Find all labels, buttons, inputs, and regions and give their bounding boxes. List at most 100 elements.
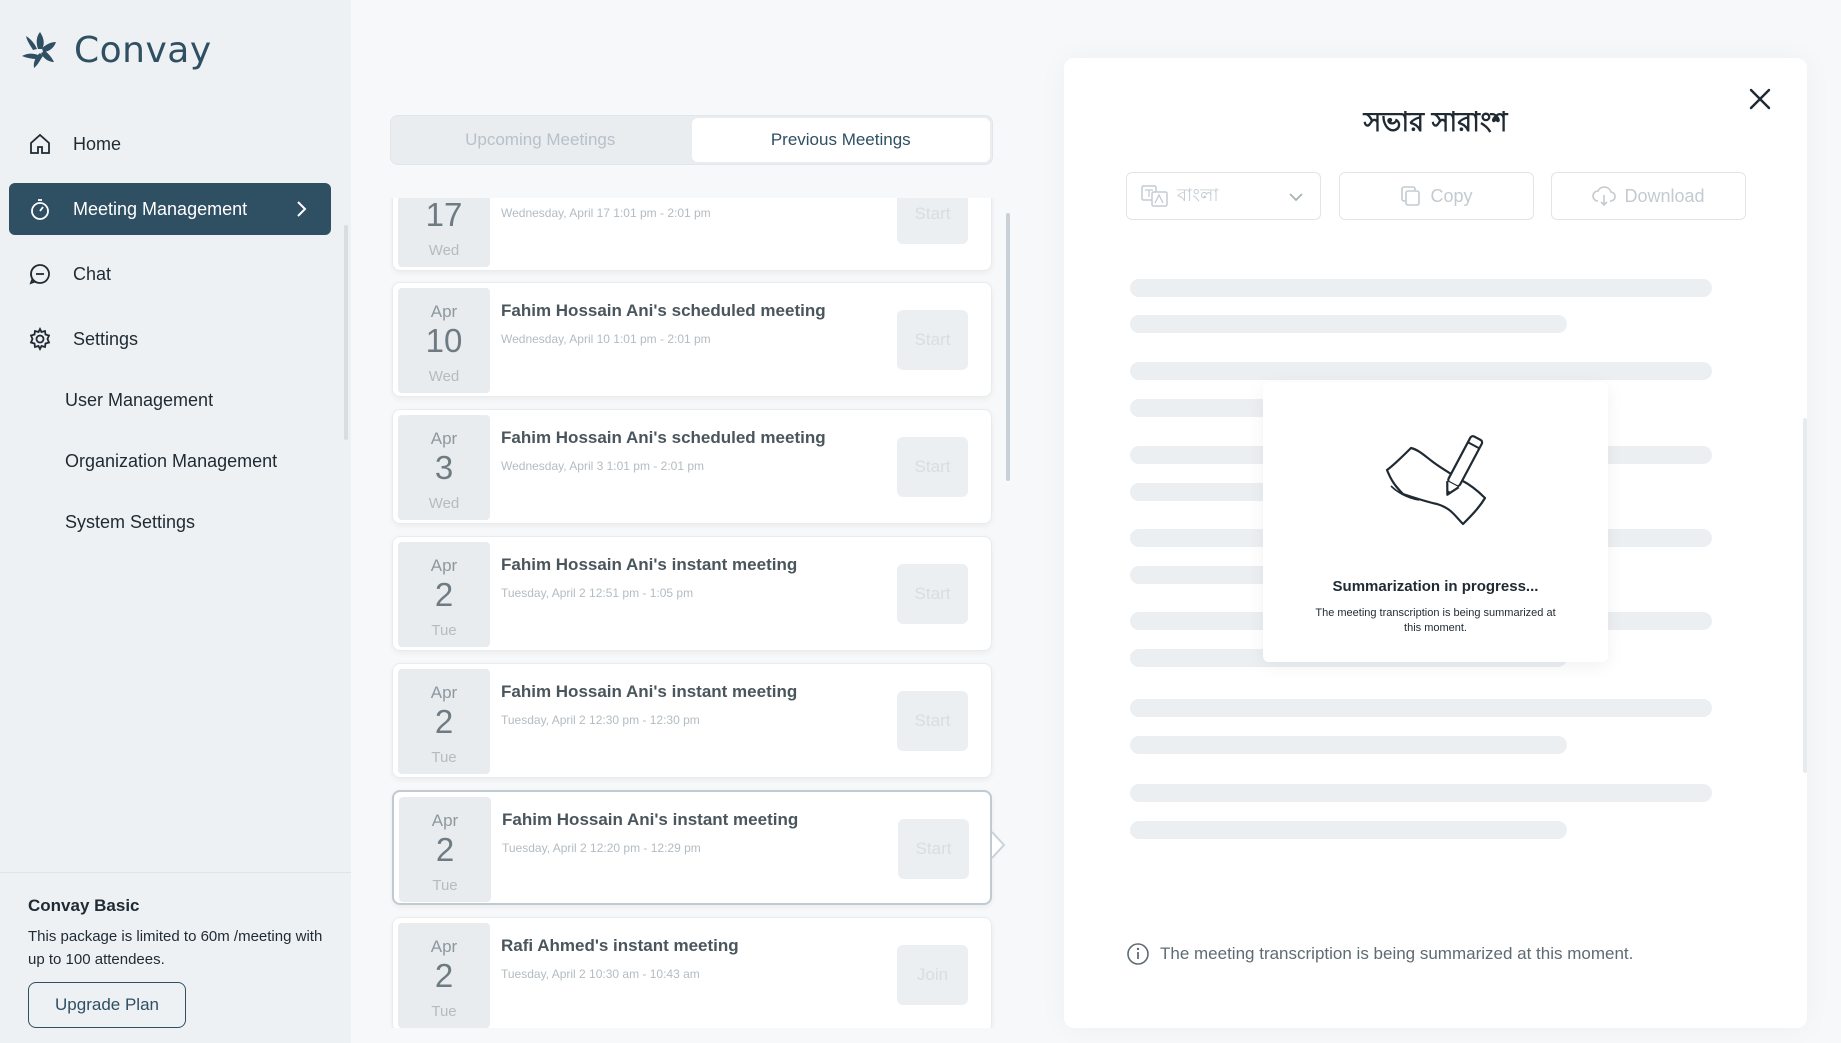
meeting-card[interactable]: Apr 2 Tue Fahim Hossain Ani's instant me… [392, 663, 992, 778]
date-month: Apr [430, 937, 458, 956]
date-box: Apr 2 Tue [398, 669, 490, 774]
date-day: 2 [434, 957, 454, 994]
start-button[interactable]: Start [897, 564, 968, 624]
panel-title: সভার সারাংশ [1363, 107, 1508, 137]
sub-item-system-settings[interactable]: System Settings [65, 512, 195, 533]
skeleton-line [1130, 362, 1712, 380]
skeleton-line [1130, 315, 1567, 333]
meeting-list: 17 Wed Wednesday, April 17 1:01 pm - 2:0… [390, 198, 1008, 1028]
start-button[interactable]: Start [897, 691, 968, 751]
meeting-card[interactable]: 17 Wed Wednesday, April 17 1:01 pm - 2:0… [392, 198, 992, 271]
start-button[interactable]: Start [897, 310, 968, 370]
start-button[interactable]: Start [897, 437, 968, 497]
meeting-card[interactable]: Apr 3 Wed Fahim Hossain Ani's scheduled … [392, 409, 992, 524]
date-day: 10 [425, 322, 463, 359]
meeting-card[interactable]: Apr 10 Wed Fahim Hossain Ani's scheduled… [392, 282, 992, 397]
nav-home-label: Home [73, 133, 122, 154]
meeting-title: Fahim Hossain Ani's instant meeting [502, 810, 799, 829]
meeting-time: Tuesday, April 2 12:51 pm - 1:05 pm [501, 586, 694, 600]
summary-panel: সভার সারাংশ বাংলা Copy Download Summariz… [1064, 58, 1807, 1028]
date-weekday: Tue [431, 1003, 457, 1020]
download-button[interactable]: Download [1551, 172, 1746, 220]
sidebar: Convay Home Meeting Management Chat Sett… [0, 0, 351, 1043]
date-box: Apr 3 Wed [398, 415, 490, 520]
translate-icon [1141, 185, 1168, 207]
chat-icon [27, 261, 53, 287]
meeting-title: Fahim Hossain Ani's instant meeting [501, 555, 798, 574]
sub-item-organization-management[interactable]: Organization Management [65, 451, 277, 472]
stopwatch-icon [27, 196, 53, 222]
date-weekday: Tue [431, 622, 457, 639]
nav-meeting-management-label: Meeting Management [73, 198, 248, 219]
date-box: 17 Wed [398, 198, 490, 267]
nav-home[interactable]: Home [9, 118, 331, 170]
meeting-list-scrollbar[interactable] [1006, 213, 1010, 481]
date-day: 2 [434, 576, 454, 613]
meeting-time: Wednesday, April 10 1:01 pm - 2:01 pm [501, 332, 711, 346]
meeting-card[interactable]: Apr 2 Tue Fahim Hossain Ani's instant me… [392, 536, 992, 651]
meeting-card-selected[interactable]: Apr 2 Tue Fahim Hossain Ani's instant me… [392, 790, 992, 905]
language-value: বাংলা [1177, 184, 1219, 205]
meeting-time: Tuesday, April 2 10:30 am - 10:43 am [501, 967, 700, 981]
tab-previous-meetings[interactable]: Previous Meetings [691, 118, 990, 162]
sub-item-user-management[interactable]: User Management [65, 390, 213, 411]
date-month: Apr [430, 683, 458, 702]
meeting-time: Tuesday, April 2 12:20 pm - 12:29 pm [502, 841, 701, 855]
meeting-title: Fahim Hossain Ani's scheduled meeting [501, 301, 826, 320]
date-day: 17 [425, 198, 463, 233]
date-box: Apr 2 Tue [398, 542, 490, 647]
nav-settings[interactable]: Settings [9, 313, 331, 365]
date-weekday: Tue [431, 749, 457, 766]
panel-scrollbar[interactable] [1803, 418, 1807, 773]
gear-icon [27, 326, 53, 352]
skeleton-line [1130, 784, 1712, 802]
date-day: 2 [435, 831, 455, 868]
upgrade-plan-button[interactable]: Upgrade Plan [28, 982, 186, 1028]
info-icon [1127, 943, 1149, 965]
join-button[interactable]: Join [897, 945, 968, 1005]
panel-footer: The meeting transcription is being summa… [1126, 942, 1633, 966]
start-button[interactable]: Start [897, 198, 968, 244]
date-weekday: Wed [428, 242, 460, 259]
copy-label: Copy [1430, 185, 1473, 206]
plan-box: Convay Basic This package is limited to … [0, 872, 351, 1043]
home-icon [27, 131, 53, 157]
chevron-down-icon [1286, 187, 1306, 212]
date-box: Apr 2 Tue [398, 923, 490, 1028]
date-day: 2 [434, 703, 454, 740]
footer-info-text: The meeting transcription is being summa… [1160, 944, 1634, 963]
progress-description: The meeting transcription is being summa… [1315, 607, 1556, 634]
summarization-progress-card: Summarization in progress... The meeting… [1263, 382, 1608, 662]
cloud-download-icon [1592, 186, 1617, 207]
close-icon [1749, 88, 1771, 110]
nav-chat-label: Chat [73, 263, 112, 284]
nav-chat[interactable]: Chat [9, 248, 331, 300]
sidebar-scrollbar[interactable] [344, 225, 348, 440]
date-month: Apr [430, 429, 458, 448]
start-button[interactable]: Start [898, 819, 969, 879]
meeting-title: Rafi Ahmed's instant meeting [501, 936, 739, 955]
writing-icon [1385, 435, 1487, 526]
copy-button[interactable]: Copy [1339, 172, 1534, 220]
meeting-time: Tuesday, April 2 12:30 pm - 12:30 pm [501, 713, 700, 727]
meeting-title: Fahim Hossain Ani's instant meeting [501, 682, 798, 701]
plan-title: Convay Basic [28, 896, 140, 915]
date-weekday: Wed [428, 495, 460, 512]
close-button[interactable] [1744, 83, 1776, 115]
meeting-card[interactable]: Apr 2 Tue Rafi Ahmed's instant meeting T… [392, 917, 992, 1028]
skeleton-line [1130, 821, 1567, 839]
selected-pointer-icon [991, 831, 1006, 859]
skeleton-line [1130, 279, 1712, 297]
nav-meeting-management[interactable]: Meeting Management [9, 183, 331, 235]
tab-upcoming-meetings[interactable]: Upcoming Meetings [391, 116, 690, 164]
language-select[interactable]: বাংলা [1126, 172, 1321, 220]
date-month: Apr [431, 811, 459, 830]
date-weekday: Wed [428, 368, 460, 385]
app-logo[interactable]: Convay [18, 28, 212, 72]
date-month: Apr [430, 302, 458, 321]
meeting-time: Wednesday, April 3 1:01 pm - 2:01 pm [501, 459, 704, 473]
date-weekday: Tue [432, 877, 458, 894]
plan-description: This package is limited to 60m /meeting … [28, 928, 323, 968]
progress-title: Summarization in progress... [1332, 578, 1539, 595]
app-name: Convay [74, 29, 212, 71]
